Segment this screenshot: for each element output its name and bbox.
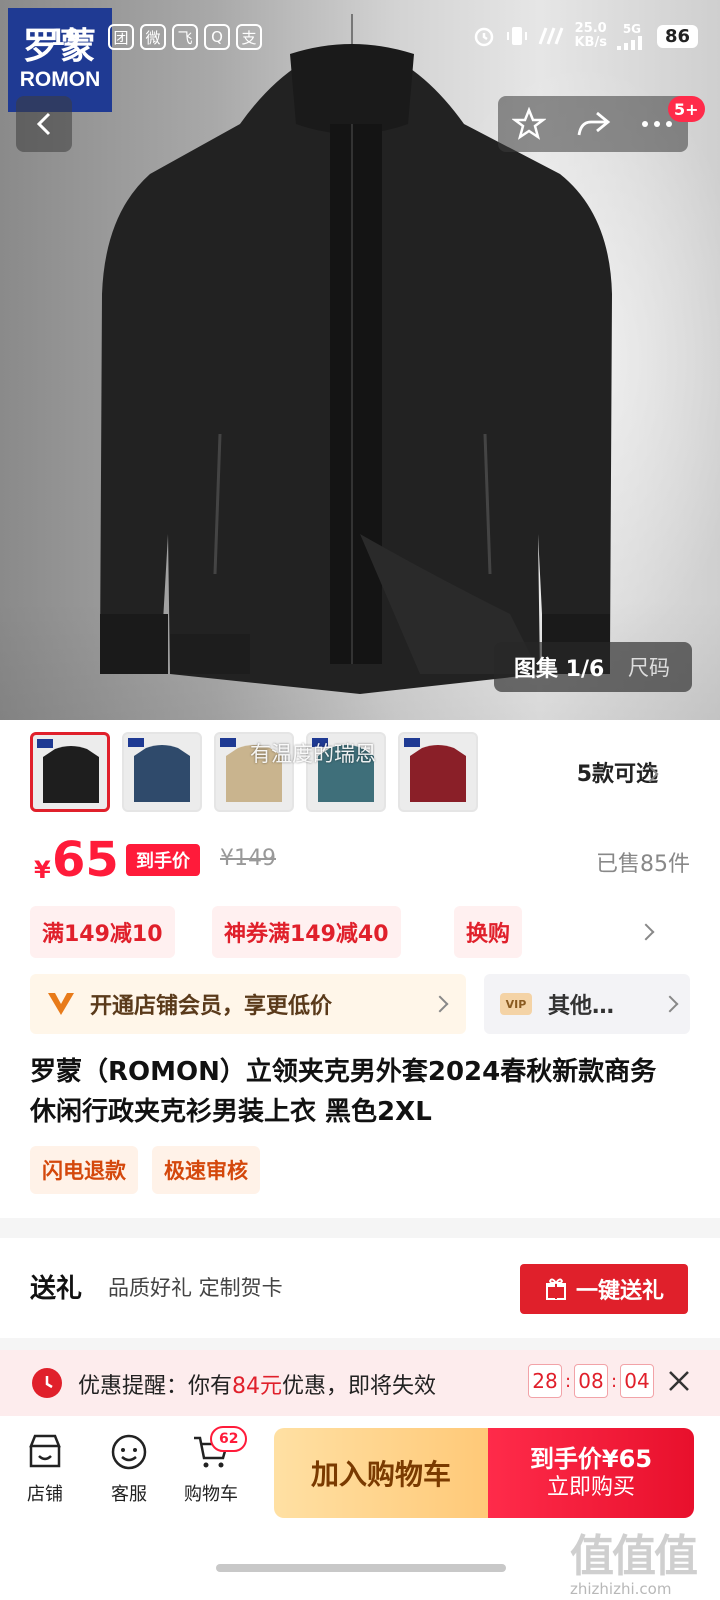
signal-bars-icon [616,36,642,50]
close-icon[interactable] [664,1366,694,1396]
feishu-icon: 飞 [172,24,198,50]
store-membership-button[interactable]: 开通店铺会员，享更低价 [30,974,466,1034]
gift-section: 送礼 品质好礼 定制贺卡 一键送礼 [0,1238,720,1338]
wechat-icon: 微 [140,24,166,50]
status-time: 19 [50,26,81,51]
cart-count-badge: 62 [210,1426,248,1452]
shop-label: 店铺 [27,1484,63,1505]
meituan-icon: 团 [108,24,134,50]
bottom-action-bar: 店铺 客服 购物车 62 加入购物车 到手价¥65 立即购买 值值值 zhizh… [0,1416,720,1600]
more-icon[interactable] [640,119,674,129]
shop-tab[interactable]: 店铺 [10,1432,80,1506]
jacket-thumb [43,746,99,803]
message-count-badge: 5+ [668,96,705,122]
cellular: 5G [616,22,647,50]
final-price: 65 [52,832,119,888]
original-price: ¥149 [220,846,276,871]
chevron-right-icon [661,995,679,1013]
timer-separator: : [610,1370,618,1392]
favorite-star-icon[interactable] [512,107,547,141]
send-gift-button[interactable]: 一键送礼 [520,1264,688,1314]
network-type: 5G [622,22,642,36]
variant-thumb-black[interactable] [30,732,110,812]
watermark-text: 值值值 [570,1531,698,1582]
customer-service-icon [111,1434,147,1470]
discount-reminder: 优惠提醒：你有84元优惠，即将失效 28 : 08 : 04 [0,1350,720,1416]
battery-level: 86 [656,24,698,48]
shop-icon [29,1434,61,1468]
tag-fast-refund: 闪电退款 [30,1146,138,1194]
timer-separator: : [564,1370,572,1392]
status-right: 25.0 KB/s 5G 86 [472,22,698,50]
gift-subtitle: 品质好礼 定制贺卡 [108,1276,283,1300]
status-app-icons: 团 微 飞 Q 支 [108,24,262,50]
gallery-counter[interactable]: 图集 1/6 [494,651,614,683]
final-price-tag: 到手价 [126,844,200,876]
vibrate-icon [507,27,528,45]
service-tab[interactable]: 客服 [94,1432,164,1506]
vip-icon: VIP [500,993,532,1015]
product-title: 罗蒙（ROMON）立领夹克男外套2024春秋新款商务休闲行政夹克衫男装上衣 黑色… [30,1057,657,1127]
qq-icon: Q [204,24,230,50]
membership-row: 开通店铺会员，享更低价 VIP 其他… [30,974,690,1034]
promo-exchange[interactable]: 换购 [454,906,523,958]
chevron-right-icon [431,995,449,1013]
promo-coupon-2[interactable]: 神券满149减40 [212,906,401,958]
alipay-icon: 支 [236,24,262,50]
size-tab[interactable]: 尺码 [614,652,670,682]
share-icon[interactable] [575,109,611,139]
price-currency: ¥ [34,856,51,884]
cart-label: 购物车 [184,1484,238,1505]
gallery-switch[interactable]: 图集 1/6 尺码 [494,642,692,692]
gift-title: 送礼 [30,1274,83,1304]
buy-now-label: 立即购买 [546,1475,635,1500]
timer-seconds: 04 [620,1364,654,1398]
other-benefits-label: 其他… [548,994,615,1019]
chevron-right-icon [637,923,655,941]
brand-logo-en: ROMON [19,68,101,91]
sold-count: 已售85件 [596,852,690,877]
jacket-thumb [134,745,190,802]
header-actions [498,96,688,152]
alarm-icon [475,27,494,47]
reminder-amount: 84元 [232,1374,283,1399]
reminder-suffix: 优惠，即将失效 [282,1374,437,1399]
price-row: ¥ 65 到手价 ¥149 已售85件 [30,832,690,888]
service-tags: 闪电退款 极速审核 [30,1146,260,1194]
back-button[interactable] [16,96,72,152]
network-speed: 25.0 KB/s [574,22,606,50]
service-label: 客服 [111,1484,147,1505]
store-membership-label: 开通店铺会员，享更低价 [90,994,333,1019]
network-speed-unit: KB/s [574,35,607,50]
product-hero-image[interactable]: 罗蒙 ROMON 19 团 微 飞 Q 支 25.0 KB/s 5G 86 5+… [0,0,720,720]
alarm-clock-icon [32,1368,62,1398]
timer-hours: 28 [528,1364,562,1398]
buy-now-button[interactable]: 到手价¥65 立即购买 [488,1428,694,1518]
gift-icon [545,1278,566,1300]
tag-fast-review: 极速审核 [152,1146,260,1194]
home-indicator[interactable] [216,1564,506,1572]
countdown-timer: 28 : 08 : 04 [528,1364,654,1398]
promotion-row[interactable]: 满149减10 神券满149减40 换购 [30,906,690,958]
add-to-cart-button[interactable]: 加入购物车 [274,1428,488,1518]
jacket-thumb [410,745,466,802]
promo-coupon-1[interactable]: 满149减10 [30,906,175,958]
other-benefits-button[interactable]: VIP 其他… [484,974,690,1034]
chevron-left-icon [36,112,51,136]
site-watermark: 值值值 zhizhizhi.com [570,1520,710,1600]
v-badge-icon [48,993,74,1015]
variant-thumb-navy[interactable] [122,732,202,812]
variant-thumb-red[interactable] [398,732,478,812]
product-info-card: 有温度的瑞恩 5款可选 ¥ 65 到手价 ¥149 已售85件 满149减10 … [0,720,720,1218]
buy-now-price: 到手价¥65 [529,1445,653,1473]
network-speed-value: 25.0 [574,21,607,36]
shop-name-overlay: 有温度的瑞恩 [250,742,376,766]
status-bar: 19 团 微 飞 Q 支 25.0 KB/s 5G 86 [0,20,720,60]
signal-nfc-icon [539,27,564,45]
timer-minutes: 08 [574,1364,608,1398]
reminder-text: 优惠提醒：你有84元优惠，即将失效 [78,1368,436,1400]
send-gift-label: 一键送礼 [575,1279,664,1304]
reminder-prefix: 优惠提醒：你有 [78,1374,233,1399]
